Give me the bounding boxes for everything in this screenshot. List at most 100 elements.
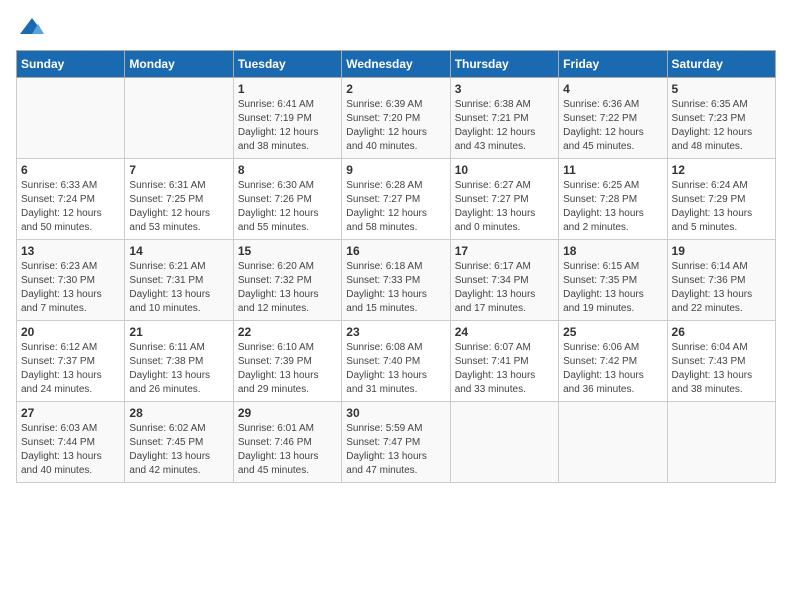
day-info: Sunrise: 6:23 AM Sunset: 7:30 PM Dayligh… <box>21 260 120 316</box>
cell-1-2: 8 Sunrise: 6:30 AM Sunset: 7:26 PM Daylig… <box>233 159 341 240</box>
day-info: Sunrise: 6:33 AM Sunset: 7:24 PM Dayligh… <box>21 179 120 235</box>
day-number: 30 <box>346 406 445 420</box>
cell-4-3: 30 Sunrise: 5:59 AM Sunset: 7:47 PM Dayli… <box>342 402 450 483</box>
day-info: Sunrise: 6:02 AM Sunset: 7:45 PM Dayligh… <box>129 422 228 478</box>
cell-2-3: 16 Sunrise: 6:18 AM Sunset: 7:33 PM Dayli… <box>342 240 450 321</box>
day-info: Sunrise: 6:14 AM Sunset: 7:36 PM Dayligh… <box>672 260 771 316</box>
cell-0-3: 2 Sunrise: 6:39 AM Sunset: 7:20 PM Daylig… <box>342 78 450 159</box>
cell-2-4: 17 Sunrise: 6:17 AM Sunset: 7:34 PM Dayli… <box>450 240 558 321</box>
day-number: 25 <box>563 325 662 339</box>
day-info: Sunrise: 6:10 AM Sunset: 7:39 PM Dayligh… <box>238 341 337 397</box>
cell-4-1: 28 Sunrise: 6:02 AM Sunset: 7:45 PM Dayli… <box>125 402 233 483</box>
day-info: Sunrise: 6:24 AM Sunset: 7:29 PM Dayligh… <box>672 179 771 235</box>
day-info: Sunrise: 6:27 AM Sunset: 7:27 PM Dayligh… <box>455 179 554 235</box>
cell-4-5 <box>559 402 667 483</box>
day-info: Sunrise: 6:30 AM Sunset: 7:26 PM Dayligh… <box>238 179 337 235</box>
day-number: 21 <box>129 325 228 339</box>
day-info: Sunrise: 6:18 AM Sunset: 7:33 PM Dayligh… <box>346 260 445 316</box>
day-info: Sunrise: 6:38 AM Sunset: 7:21 PM Dayligh… <box>455 98 554 154</box>
day-number: 24 <box>455 325 554 339</box>
cell-0-6: 5 Sunrise: 6:35 AM Sunset: 7:23 PM Daylig… <box>667 78 775 159</box>
day-info: Sunrise: 6:11 AM Sunset: 7:38 PM Dayligh… <box>129 341 228 397</box>
cell-1-4: 10 Sunrise: 6:27 AM Sunset: 7:27 PM Dayli… <box>450 159 558 240</box>
day-info: Sunrise: 6:04 AM Sunset: 7:43 PM Dayligh… <box>672 341 771 397</box>
cell-4-6 <box>667 402 775 483</box>
day-number: 16 <box>346 244 445 258</box>
cell-3-0: 20Sunrise: 6:12 AM Sunset: 7:37 PM Dayli… <box>17 321 125 402</box>
cell-3-2: 22 Sunrise: 6:10 AM Sunset: 7:39 PM Dayli… <box>233 321 341 402</box>
day-info: Sunrise: 6:35 AM Sunset: 7:23 PM Dayligh… <box>672 98 771 154</box>
day-number: 10 <box>455 163 554 177</box>
col-header-tuesday: Tuesday <box>233 51 341 78</box>
cell-4-4 <box>450 402 558 483</box>
day-number: 8 <box>238 163 337 177</box>
day-number: 4 <box>563 82 662 96</box>
day-number: 29 <box>238 406 337 420</box>
day-number: 26 <box>672 325 771 339</box>
cell-2-2: 15Sunrise: 6:20 AM Sunset: 7:32 PM Dayli… <box>233 240 341 321</box>
day-number: 11 <box>563 163 662 177</box>
cell-3-4: 24 Sunrise: 6:07 AM Sunset: 7:41 PM Dayli… <box>450 321 558 402</box>
day-number: 22 <box>238 325 337 339</box>
day-info: Sunrise: 6:03 AM Sunset: 7:44 PM Dayligh… <box>21 422 120 478</box>
cell-3-3: 23 Sunrise: 6:08 AM Sunset: 7:40 PM Dayli… <box>342 321 450 402</box>
logo-icon <box>18 16 46 38</box>
col-header-wednesday: Wednesday <box>342 51 450 78</box>
day-number: 6 <box>21 163 120 177</box>
cell-0-0 <box>17 78 125 159</box>
page-header <box>16 16 776 38</box>
cell-4-0: 27 Sunrise: 6:03 AM Sunset: 7:44 PM Dayli… <box>17 402 125 483</box>
day-number: 3 <box>455 82 554 96</box>
cell-1-5: 11 Sunrise: 6:25 AM Sunset: 7:28 PM Dayli… <box>559 159 667 240</box>
col-header-saturday: Saturday <box>667 51 775 78</box>
day-info: Sunrise: 6:07 AM Sunset: 7:41 PM Dayligh… <box>455 341 554 397</box>
day-number: 13 <box>21 244 120 258</box>
cell-2-6: 19 Sunrise: 6:14 AM Sunset: 7:36 PM Dayli… <box>667 240 775 321</box>
cell-2-5: 18 Sunrise: 6:15 AM Sunset: 7:35 PM Dayli… <box>559 240 667 321</box>
day-number: 7 <box>129 163 228 177</box>
cell-1-1: 7 Sunrise: 6:31 AM Sunset: 7:25 PM Daylig… <box>125 159 233 240</box>
day-number: 9 <box>346 163 445 177</box>
day-number: 27 <box>21 406 120 420</box>
day-number: 19 <box>672 244 771 258</box>
day-info: Sunrise: 6:01 AM Sunset: 7:46 PM Dayligh… <box>238 422 337 478</box>
logo <box>16 16 48 38</box>
cell-0-2: 1Sunrise: 6:41 AM Sunset: 7:19 PM Daylig… <box>233 78 341 159</box>
day-info: Sunrise: 6:28 AM Sunset: 7:27 PM Dayligh… <box>346 179 445 235</box>
cell-0-1 <box>125 78 233 159</box>
cell-3-6: 26 Sunrise: 6:04 AM Sunset: 7:43 PM Dayli… <box>667 321 775 402</box>
day-number: 2 <box>346 82 445 96</box>
day-info: Sunrise: 6:17 AM Sunset: 7:34 PM Dayligh… <box>455 260 554 316</box>
day-number: 5 <box>672 82 771 96</box>
cell-1-0: 6 Sunrise: 6:33 AM Sunset: 7:24 PM Daylig… <box>17 159 125 240</box>
day-number: 20 <box>21 325 120 339</box>
day-info: Sunrise: 6:31 AM Sunset: 7:25 PM Dayligh… <box>129 179 228 235</box>
cell-4-2: 29 Sunrise: 6:01 AM Sunset: 7:46 PM Dayli… <box>233 402 341 483</box>
day-number: 1 <box>238 82 337 96</box>
day-number: 23 <box>346 325 445 339</box>
day-info: Sunrise: 6:21 AM Sunset: 7:31 PM Dayligh… <box>129 260 228 316</box>
day-info: Sunrise: 6:39 AM Sunset: 7:20 PM Dayligh… <box>346 98 445 154</box>
cell-1-6: 12Sunrise: 6:24 AM Sunset: 7:29 PM Dayli… <box>667 159 775 240</box>
day-number: 17 <box>455 244 554 258</box>
cell-3-1: 21 Sunrise: 6:11 AM Sunset: 7:38 PM Dayli… <box>125 321 233 402</box>
day-info: Sunrise: 6:06 AM Sunset: 7:42 PM Dayligh… <box>563 341 662 397</box>
calendar-table: SundayMondayTuesdayWednesdayThursdayFrid… <box>16 50 776 483</box>
cell-0-5: 4Sunrise: 6:36 AM Sunset: 7:22 PM Daylig… <box>559 78 667 159</box>
day-info: Sunrise: 6:08 AM Sunset: 7:40 PM Dayligh… <box>346 341 445 397</box>
day-info: Sunrise: 5:59 AM Sunset: 7:47 PM Dayligh… <box>346 422 445 478</box>
day-info: Sunrise: 6:15 AM Sunset: 7:35 PM Dayligh… <box>563 260 662 316</box>
cell-2-1: 14 Sunrise: 6:21 AM Sunset: 7:31 PM Dayli… <box>125 240 233 321</box>
day-info: Sunrise: 6:25 AM Sunset: 7:28 PM Dayligh… <box>563 179 662 235</box>
col-header-friday: Friday <box>559 51 667 78</box>
col-header-monday: Monday <box>125 51 233 78</box>
col-header-thursday: Thursday <box>450 51 558 78</box>
col-header-sunday: Sunday <box>17 51 125 78</box>
cell-2-0: 13 Sunrise: 6:23 AM Sunset: 7:30 PM Dayli… <box>17 240 125 321</box>
day-number: 14 <box>129 244 228 258</box>
day-info: Sunrise: 6:20 AM Sunset: 7:32 PM Dayligh… <box>238 260 337 316</box>
cell-1-3: 9 Sunrise: 6:28 AM Sunset: 7:27 PM Daylig… <box>342 159 450 240</box>
day-number: 18 <box>563 244 662 258</box>
cell-3-5: 25 Sunrise: 6:06 AM Sunset: 7:42 PM Dayli… <box>559 321 667 402</box>
day-number: 28 <box>129 406 228 420</box>
